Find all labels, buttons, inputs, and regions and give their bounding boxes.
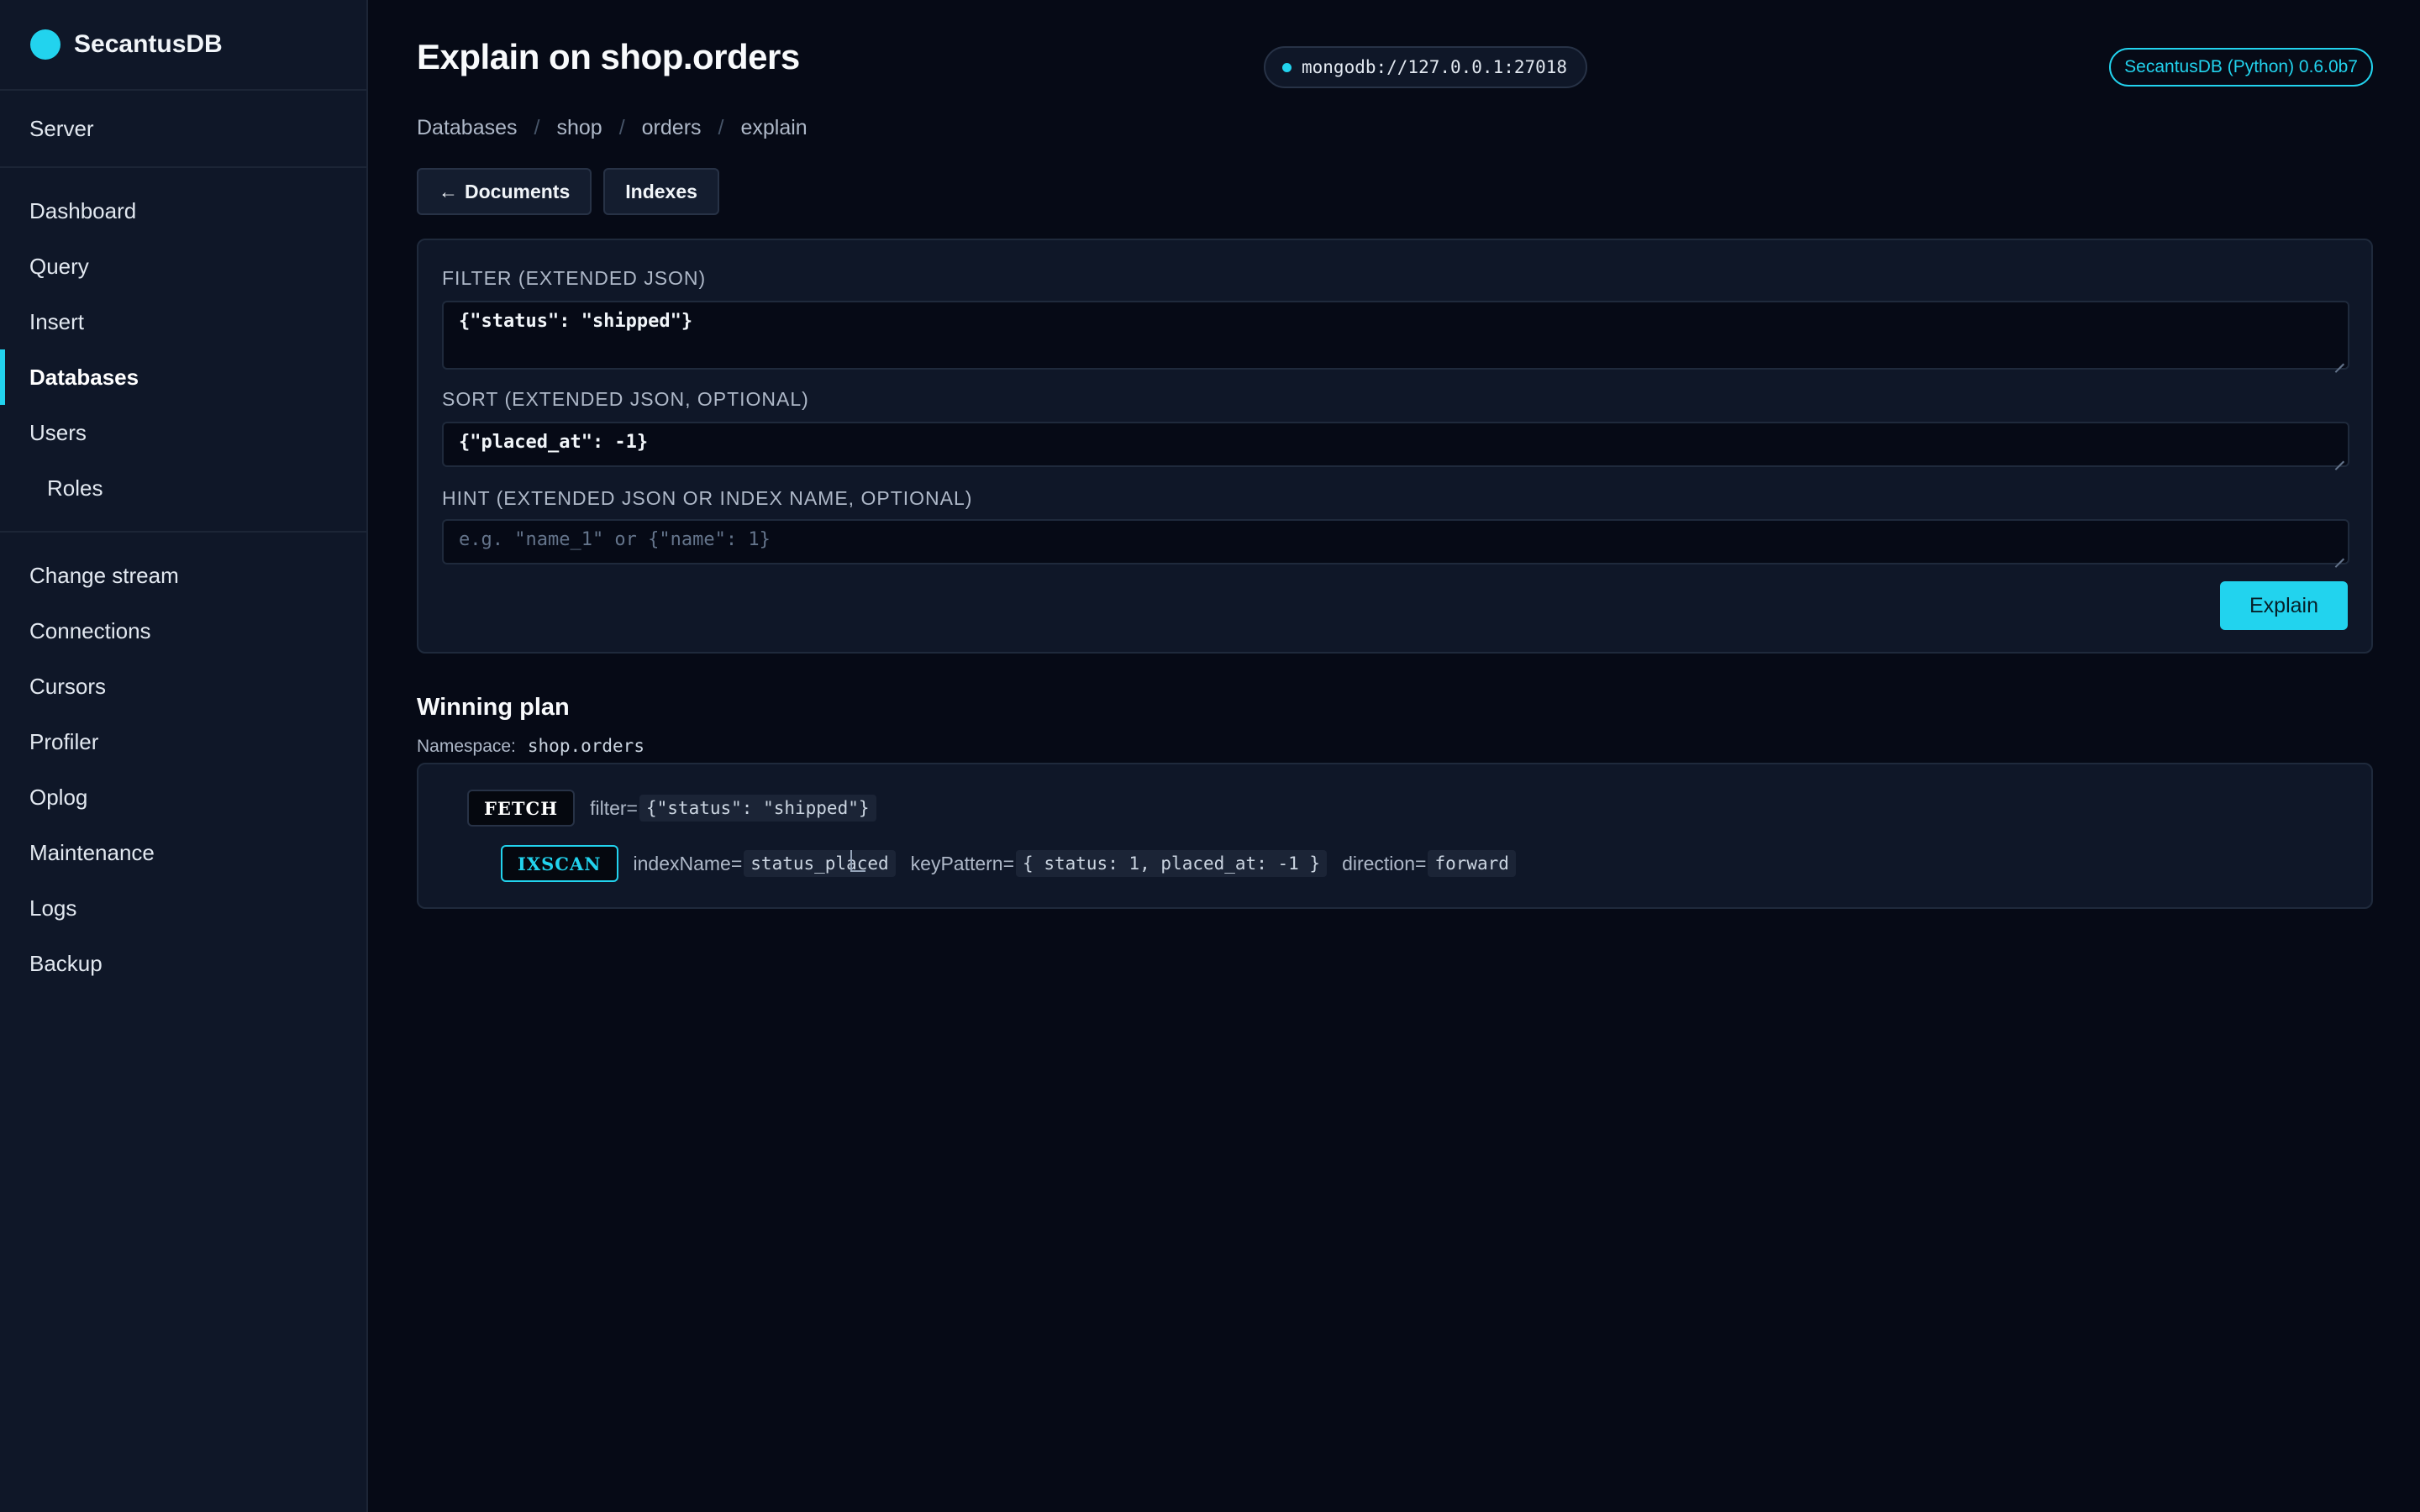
sidebar-item-oplog[interactable]: Oplog bbox=[0, 769, 366, 825]
ixscan-stage: IXSCAN indexName= status_placed keyPatte… bbox=[501, 845, 1516, 882]
connection-string: mongodb://127.0.0.1:27018 bbox=[1302, 57, 1568, 77]
indexes-button[interactable]: Indexes bbox=[603, 168, 719, 215]
sidebar-item-query[interactable]: Query bbox=[0, 239, 366, 294]
direction-value: forward bbox=[1428, 850, 1516, 877]
resize-handle-icon[interactable] bbox=[2334, 549, 2344, 559]
brand-name: SecantusDB bbox=[74, 30, 223, 58]
breadcrumb-shop[interactable]: shop bbox=[556, 116, 602, 140]
documents-button[interactable]: ← Documents bbox=[417, 168, 592, 215]
sidebar-item-logs[interactable]: Logs bbox=[0, 880, 366, 936]
toolbar: ← Documents Indexes bbox=[417, 168, 719, 215]
resize-handle-icon[interactable] bbox=[2334, 452, 2344, 462]
connection-badge: mongodb://127.0.0.1:27018 bbox=[1264, 46, 1588, 88]
explain-button[interactable]: Explain bbox=[2220, 581, 2348, 630]
brand-logo-icon bbox=[30, 29, 60, 60]
index-name-value: status_placed bbox=[744, 850, 896, 877]
sidebar: SecantusDB Server Dashboard Query Insert Dat… bbox=[0, 0, 368, 1512]
sidebar-item-change-stream[interactable]: Change stream bbox=[0, 548, 366, 603]
index-name-key: indexName= bbox=[633, 852, 743, 874]
sort-value: {"placed_at": -1} bbox=[459, 432, 649, 453]
fetch-badge: FETCH bbox=[467, 790, 576, 827]
sidebar-item-insert[interactable]: Insert bbox=[0, 294, 366, 349]
winning-plan-title: Winning plan bbox=[417, 694, 570, 721]
sidebar-group: Change stream Connections Cursors Profiler O… bbox=[0, 533, 366, 1006]
namespace-label: Namespace: bbox=[417, 737, 516, 756]
namespace-row: Namespace: shop.orders bbox=[417, 736, 644, 757]
sidebar-item-dashboard[interactable]: Dashboard bbox=[0, 183, 366, 239]
documents-button-label: Documents bbox=[465, 180, 571, 202]
sort-label: SORT (EXTENDED JSON, OPTIONAL) bbox=[442, 388, 809, 410]
sidebar-group: Dashboard Query Insert Databases Users Roles bbox=[0, 168, 366, 533]
arrow-left-icon: ← bbox=[439, 180, 458, 202]
hint-label: HINT (EXTENDED JSON OR INDEX NAME, OPTIO… bbox=[442, 487, 973, 509]
sidebar-item-roles[interactable]: Roles bbox=[0, 460, 366, 516]
sidebar-group: Server bbox=[0, 91, 366, 168]
fetch-stage: FETCH filter= {"status": "shipped"} bbox=[467, 790, 876, 827]
tree-connector-icon bbox=[850, 850, 865, 872]
breadcrumb-separator: / bbox=[718, 116, 724, 139]
sidebar-item-profiler[interactable]: Profiler bbox=[0, 714, 366, 769]
plan-tree: FETCH filter= {"status": "shipped"} IXSC… bbox=[417, 763, 2373, 909]
version-badge: SecantusDB (Python) 0.6.0b7 bbox=[2109, 48, 2373, 87]
sidebar-item-users[interactable]: Users bbox=[0, 405, 366, 460]
sidebar-item-backup[interactable]: Backup bbox=[0, 936, 366, 991]
filter-field[interactable]: {"status": "shipped"} bbox=[442, 301, 2349, 370]
sidebar-item-connections[interactable]: Connections bbox=[0, 603, 366, 659]
hint-field[interactable]: e.g. "name_1" or {"name": 1} bbox=[442, 519, 2349, 564]
filter-value-code: {"status": "shipped"} bbox=[639, 795, 876, 822]
ixscan-badge: IXSCAN bbox=[501, 845, 618, 882]
brand[interactable]: SecantusDB bbox=[0, 0, 366, 91]
filter-value: {"status": "shipped"} bbox=[459, 311, 693, 332]
breadcrumb-current: explain bbox=[740, 116, 808, 139]
main-content: Explain on shop.orders mongodb://127.0.0… bbox=[368, 0, 2420, 1512]
breadcrumb-separator: / bbox=[534, 116, 540, 139]
sidebar-item-server[interactable]: Server bbox=[0, 101, 366, 156]
filter-label: FILTER (EXTENDED JSON) bbox=[442, 267, 707, 289]
filter-key: filter= bbox=[590, 796, 638, 819]
breadcrumb-databases[interactable]: Databases bbox=[417, 116, 518, 140]
breadcrumb: Databases / shop / orders / explain bbox=[417, 116, 808, 140]
status-dot-icon bbox=[1282, 62, 1292, 72]
namespace-value: shop.orders bbox=[527, 736, 644, 756]
hint-placeholder: e.g. "name_1" or {"name": 1} bbox=[459, 529, 771, 550]
sidebar-item-databases[interactable]: Databases bbox=[0, 349, 366, 405]
sidebar-item-cursors[interactable]: Cursors bbox=[0, 659, 366, 714]
sidebar-item-maintenance[interactable]: Maintenance bbox=[0, 825, 366, 880]
direction-key: direction= bbox=[1342, 852, 1427, 874]
key-pattern-key: keyPattern= bbox=[910, 852, 1015, 874]
sidebar-nav: Server Dashboard Query Insert Databases Users… bbox=[0, 91, 366, 1006]
key-pattern-value: { status: 1, placed_at: -1 } bbox=[1016, 850, 1328, 877]
resize-handle-icon[interactable] bbox=[2334, 354, 2344, 365]
page-title: Explain on shop.orders bbox=[417, 37, 800, 76]
breadcrumb-separator: / bbox=[618, 116, 625, 139]
breadcrumb-orders[interactable]: orders bbox=[642, 116, 702, 140]
sort-field[interactable]: {"placed_at": -1} bbox=[442, 422, 2349, 467]
explain-form: FILTER (EXTENDED JSON) {"status": "shipp… bbox=[417, 239, 2373, 654]
